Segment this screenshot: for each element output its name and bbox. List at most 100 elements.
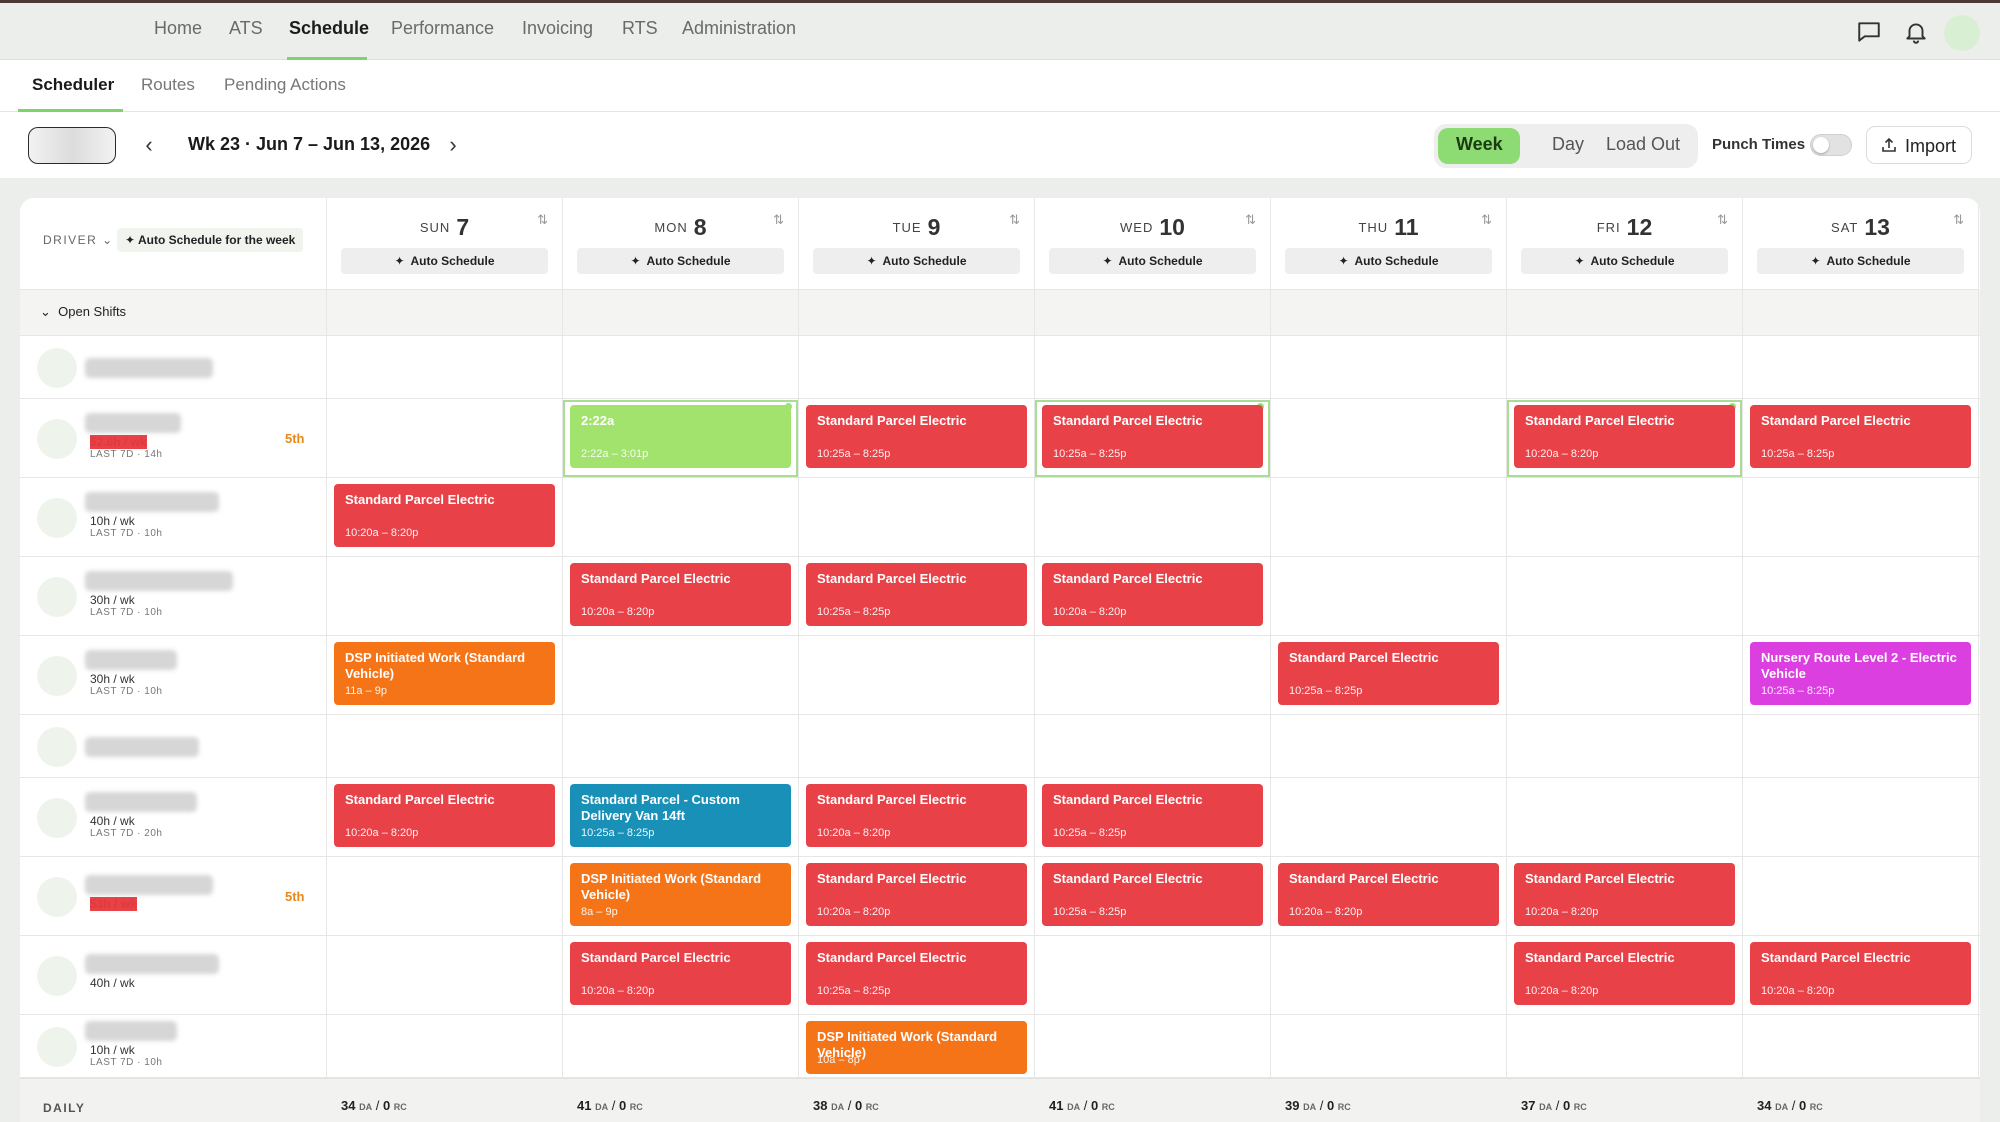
schedule-cell[interactable] [1507, 715, 1743, 777]
schedule-cell[interactable] [1743, 557, 1979, 635]
shift-card[interactable]: Standard Parcel Electric 10:20a – 8:20p [1042, 563, 1263, 626]
shift-card[interactable]: Standard Parcel Electric 10:20a – 8:20p [1750, 942, 1971, 1005]
schedule-cell[interactable] [1271, 936, 1507, 1014]
driver-info-cell[interactable] [20, 336, 327, 398]
schedule-cell[interactable] [1035, 936, 1271, 1014]
schedule-cell[interactable] [563, 478, 799, 556]
driver-info-cell[interactable]: 10h / wk LAST 7D · 10h [20, 478, 327, 556]
shift-card[interactable]: Standard Parcel Electric 10:20a – 8:20p [570, 942, 791, 1005]
schedule-cell[interactable] [1271, 715, 1507, 777]
schedule-cell[interactable] [799, 478, 1035, 556]
schedule-cell[interactable] [1507, 557, 1743, 635]
previous-week-chevron-icon[interactable]: ‹ [136, 132, 162, 158]
shift-card[interactable]: Standard Parcel Electric 10:20a – 8:20p [806, 863, 1027, 926]
shift-card[interactable]: Standard Parcel Electric 10:20a – 8:20p [1514, 405, 1735, 468]
shift-card[interactable]: Standard Parcel Electric 10:25a – 8:25p [1042, 405, 1263, 468]
shift-card[interactable]: Standard Parcel Electric 10:25a – 8:25p [1278, 642, 1499, 705]
open-shift-cell[interactable] [1035, 290, 1271, 335]
driver-info-cell[interactable]: 10h / wk LAST 7D · 10h [20, 1015, 327, 1077]
schedule-cell[interactable] [799, 715, 1035, 777]
schedule-cell[interactable] [1035, 478, 1271, 556]
driver-info-cell[interactable]: 30h / wk LAST 7D · 10h [20, 557, 327, 635]
schedule-cell[interactable] [327, 399, 563, 477]
open-shift-cell[interactable] [563, 290, 799, 335]
shift-card[interactable]: Standard Parcel Electric 10:20a – 8:20p [1514, 863, 1735, 926]
schedule-cell[interactable] [1035, 1015, 1271, 1077]
sort-icon[interactable]: ⇅ [537, 212, 548, 228]
sort-icon[interactable]: ⇅ [773, 212, 784, 228]
shift-card[interactable]: Standard Parcel Electric 10:25a – 8:25p [806, 405, 1027, 468]
schedule-cell[interactable] [327, 715, 563, 777]
view-load-out[interactable]: Load Out [1606, 134, 1680, 155]
shift-card[interactable]: Nursery Route Level 2 - Electric Vehicle… [1750, 642, 1971, 705]
nav-home[interactable]: Home [154, 18, 202, 39]
open-shift-cell[interactable] [1507, 290, 1743, 335]
schedule-cell[interactable] [1271, 1015, 1507, 1077]
open-shift-cell[interactable] [1743, 290, 1979, 335]
open-shift-cell[interactable] [1271, 290, 1507, 335]
shift-card[interactable]: Standard Parcel Electric 10:20a – 8:20p [1278, 863, 1499, 926]
schedule-cell[interactable] [1271, 336, 1507, 398]
sort-icon[interactable]: ⇅ [1481, 212, 1492, 228]
nav-rts[interactable]: RTS [622, 18, 658, 39]
shift-card[interactable]: Standard Parcel Electric 10:20a – 8:20p [806, 784, 1027, 847]
schedule-cell[interactable] [1743, 478, 1979, 556]
shift-card[interactable]: Standard Parcel - Custom Delivery Van 14… [570, 784, 791, 847]
sort-icon[interactable]: ⇅ [1245, 212, 1256, 228]
auto-schedule-day-button[interactable]: ✦ Auto Schedule [813, 248, 1020, 274]
auto-schedule-day-button[interactable]: ✦ Auto Schedule [1521, 248, 1728, 274]
auto-schedule-day-button[interactable]: ✦ Auto Schedule [577, 248, 784, 274]
schedule-cell[interactable] [327, 857, 563, 935]
schedule-cell[interactable] [1743, 336, 1979, 398]
schedule-cell[interactable] [799, 636, 1035, 714]
open-shift-cell[interactable] [799, 290, 1035, 335]
schedule-cell[interactable] [1507, 636, 1743, 714]
schedule-cell[interactable] [1743, 715, 1979, 777]
nav-performance[interactable]: Performance [391, 18, 494, 39]
sort-icon[interactable]: ⇅ [1009, 212, 1020, 228]
driver-info-cell[interactable]: 40h / wk [20, 936, 327, 1014]
nav-invoicing[interactable]: Invoicing [522, 18, 593, 39]
driver-info-cell[interactable]: 53h / wk 5th [20, 857, 327, 935]
schedule-cell[interactable] [1507, 478, 1743, 556]
shift-card[interactable]: Standard Parcel Electric 10:20a – 8:20p [334, 484, 555, 547]
shift-card[interactable]: Standard Parcel Electric 10:20a – 8:20p [334, 784, 555, 847]
nav-ats[interactable]: ATS [229, 18, 263, 39]
schedule-cell[interactable] [563, 715, 799, 777]
schedule-cell[interactable] [327, 557, 563, 635]
shift-card[interactable]: DSP Initiated Work (Standard Vehicle) 8a … [570, 863, 791, 926]
user-avatar[interactable] [1944, 15, 1980, 51]
sort-icon[interactable]: ⇅ [1953, 212, 1964, 228]
shift-card[interactable]: Standard Parcel Electric 10:25a – 8:25p [1750, 405, 1971, 468]
auto-schedule-day-button[interactable]: ✦ Auto Schedule [1285, 248, 1492, 274]
punch-times-toggle[interactable] [1810, 134, 1852, 156]
shift-card[interactable]: DSP Initiated Work (Standard Vehicle) 11a… [334, 642, 555, 705]
schedule-cell[interactable] [1271, 557, 1507, 635]
nav-schedule[interactable]: Schedule [289, 18, 369, 39]
view-week[interactable]: Week [1456, 134, 1503, 155]
shift-card[interactable]: Standard Parcel Electric 10:25a – 8:25p [806, 942, 1027, 1005]
shift-card[interactable]: DSP Initiated Work (Standard Vehicle) 10a… [806, 1021, 1027, 1074]
auto-schedule-day-button[interactable]: ✦ Auto Schedule [1757, 248, 1964, 274]
tab-pending-actions[interactable]: Pending Actions [224, 75, 346, 95]
auto-schedule-week-button[interactable]: ✦ Auto Schedule for the week [117, 228, 304, 252]
shift-card[interactable]: Standard Parcel Electric 10:20a – 8:20p [1514, 942, 1735, 1005]
schedule-cell[interactable] [799, 336, 1035, 398]
schedule-cell[interactable] [1743, 778, 1979, 856]
schedule-cell[interactable] [563, 336, 799, 398]
shift-card[interactable]: Standard Parcel Electric 10:25a – 8:25p [1042, 784, 1263, 847]
sort-icon[interactable]: ⇅ [1717, 212, 1728, 228]
schedule-cell[interactable] [1271, 478, 1507, 556]
schedule-cell[interactable] [563, 1015, 799, 1077]
schedule-cell[interactable] [1507, 336, 1743, 398]
bell-icon[interactable] [1903, 19, 1929, 45]
schedule-cell[interactable] [1035, 636, 1271, 714]
schedule-cell[interactable] [1507, 1015, 1743, 1077]
tab-scheduler[interactable]: Scheduler [32, 75, 114, 95]
schedule-cell[interactable] [327, 336, 563, 398]
schedule-cell[interactable] [1507, 778, 1743, 856]
open-shift-cell[interactable] [327, 290, 563, 335]
chat-icon[interactable] [1856, 19, 1882, 45]
schedule-cell[interactable] [327, 1015, 563, 1077]
schedule-cell[interactable] [1271, 778, 1507, 856]
